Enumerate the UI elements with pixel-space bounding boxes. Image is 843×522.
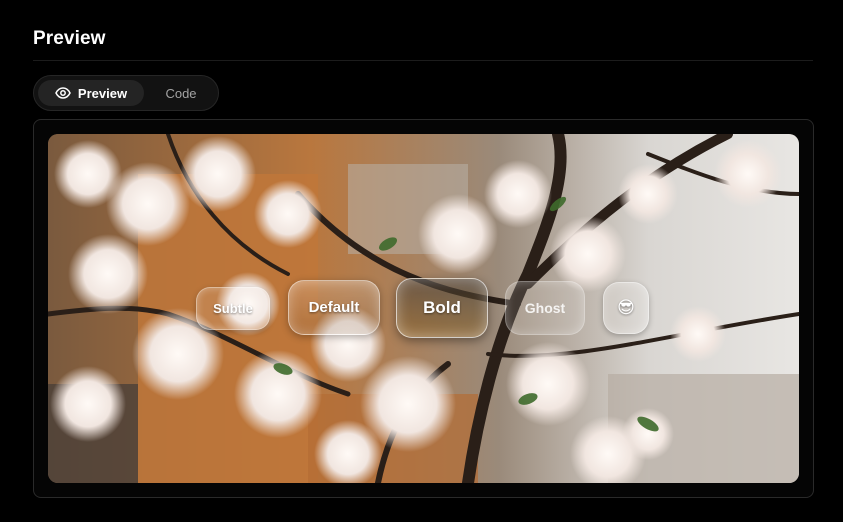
emoji-button[interactable]: 😎 (603, 282, 649, 334)
view-toggle: Preview Code (33, 75, 219, 111)
default-button[interactable]: Default (288, 280, 380, 335)
subtle-button[interactable]: Subtle (196, 287, 270, 330)
eye-icon (55, 85, 71, 101)
ghost-button[interactable]: Ghost (505, 281, 585, 335)
page-title: Preview (33, 28, 106, 49)
tab-preview[interactable]: Preview (38, 80, 144, 106)
title-divider (33, 60, 813, 61)
tab-code[interactable]: Code (146, 80, 216, 106)
tab-preview-label: Preview (77, 85, 128, 101)
bold-button[interactable]: Bold (396, 278, 488, 338)
tab-code-label: Code (165, 85, 197, 101)
